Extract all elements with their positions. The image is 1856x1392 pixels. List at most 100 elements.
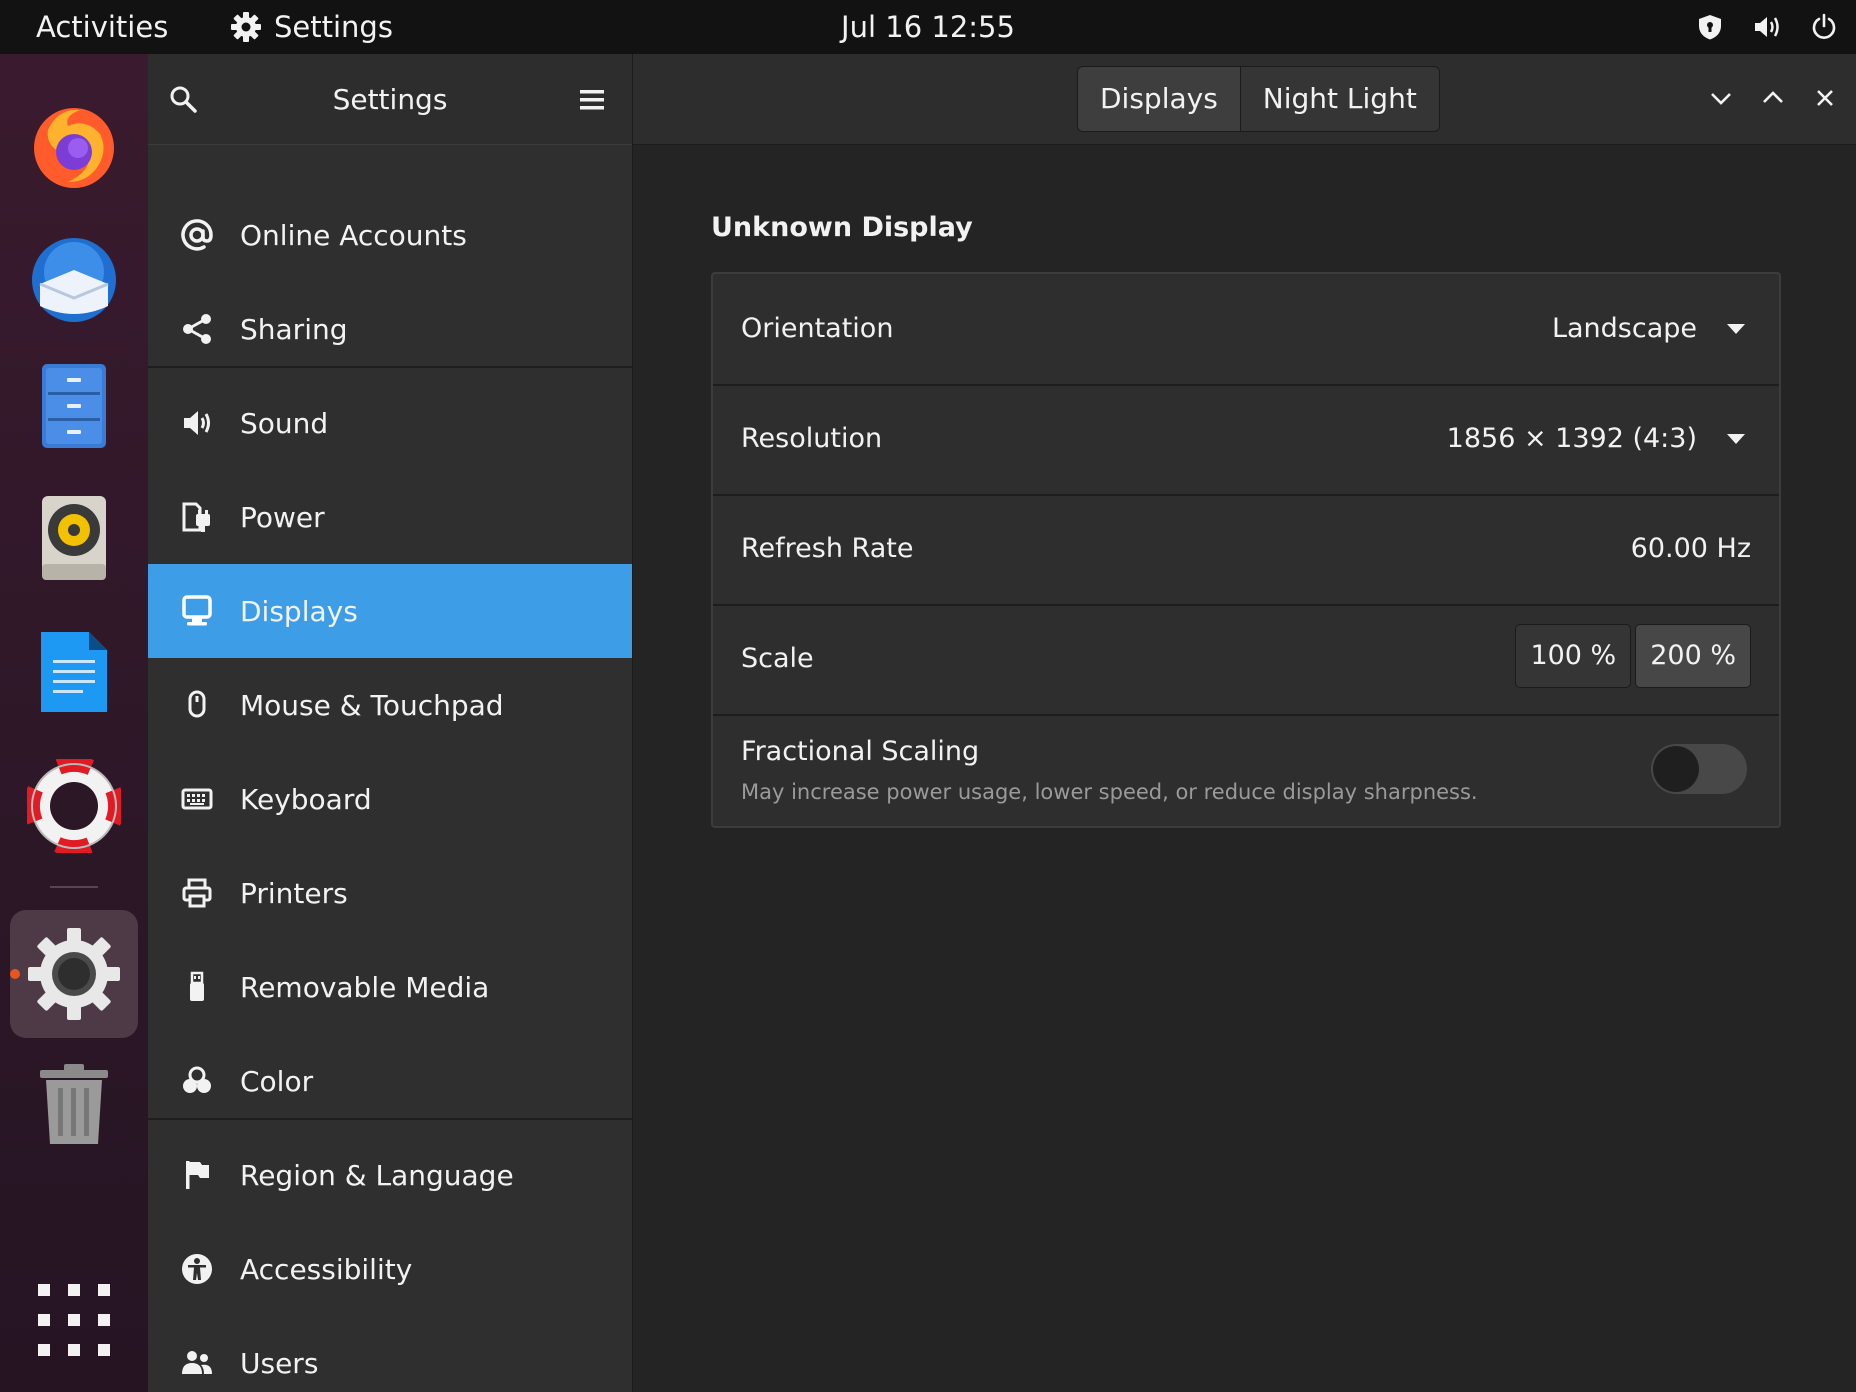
- dropdown-arrow-icon: [1727, 324, 1745, 334]
- files-launcher[interactable]: [24, 356, 124, 456]
- fractional-scaling-row[interactable]: Fractional Scaling May increase power us…: [713, 714, 1779, 826]
- sidebar-item-accessibility[interactable]: Accessibility: [148, 1222, 632, 1316]
- accessibility-icon: [174, 1252, 220, 1286]
- app-menu[interactable]: Settings: [230, 0, 393, 54]
- fractional-scaling-description: May increase power usage, lower speed, o…: [741, 780, 1478, 804]
- sidebar-item-label: Sharing: [240, 312, 348, 346]
- users-icon: [174, 1346, 220, 1380]
- sidebar-item-label: Color: [240, 1064, 314, 1098]
- search-icon: [170, 86, 197, 113]
- help-launcher[interactable]: [24, 756, 124, 856]
- sidebar-item-label: Online Accounts: [240, 218, 467, 252]
- app-grid-button[interactable]: [24, 1270, 124, 1370]
- orientation-dropdown[interactable]: Landscape: [1552, 274, 1751, 384]
- firefox-launcher[interactable]: [24, 96, 124, 196]
- sidebar-item-color[interactable]: Color: [148, 1034, 632, 1128]
- minimize-button[interactable]: [1703, 80, 1739, 116]
- power-icon[interactable]: [1810, 13, 1838, 41]
- thunderbird-launcher[interactable]: [24, 230, 124, 330]
- sidebar-header: Settings: [148, 54, 632, 145]
- sidebar-item-printers[interactable]: Printers: [148, 846, 632, 940]
- refresh-rate-row[interactable]: Refresh Rate 60.00 Hz: [713, 494, 1779, 606]
- displays-panel: Displays Night Light Unknown Display Ori…: [632, 54, 1856, 1392]
- close-icon: [1817, 90, 1833, 106]
- keyboard-icon: [174, 782, 220, 816]
- refresh-rate-label: Refresh Rate: [741, 533, 914, 564]
- printer-icon: [174, 876, 220, 910]
- fractional-scaling-label: Fractional Scaling: [741, 736, 980, 767]
- chevron-up-icon: [1763, 91, 1783, 103]
- sidebar-item-sound[interactable]: Sound: [148, 376, 632, 470]
- files-icon: [42, 364, 106, 448]
- fractional-scaling-switch[interactable]: [1651, 744, 1747, 794]
- sidebar-separator: [148, 366, 632, 368]
- sidebar-item-label: Power: [240, 500, 325, 534]
- orientation-row[interactable]: Orientation Landscape: [713, 274, 1779, 386]
- usb-icon: [174, 970, 220, 1004]
- scale-200-button[interactable]: 200 %: [1635, 624, 1751, 688]
- volume-icon[interactable]: [1752, 13, 1782, 41]
- display-settings-list: Orientation Landscape Resolution 1856 × …: [711, 272, 1781, 828]
- sidebar-item-mouse-touchpad[interactable]: Mouse & Touchpad: [148, 658, 632, 752]
- scale-row: Scale 100 % 200 %: [713, 604, 1779, 716]
- sidebar-item-power[interactable]: Power: [148, 470, 632, 564]
- app-grid-icon: [38, 1284, 110, 1356]
- power-plug-icon: [174, 500, 220, 534]
- sidebar-item-label: Mouse & Touchpad: [240, 688, 504, 722]
- sidebar-item-users[interactable]: Users: [148, 1316, 632, 1392]
- rhythmbox-icon: [42, 496, 106, 580]
- system-tray[interactable]: [1696, 0, 1838, 54]
- sidebar-item-label: Keyboard: [240, 782, 372, 816]
- at-icon: [174, 218, 220, 252]
- clock[interactable]: Jul 16 12:55: [841, 10, 1015, 44]
- main-menu-button[interactable]: [574, 82, 610, 118]
- sidebar-item-label: Sound: [240, 406, 329, 440]
- tab-night-light[interactable]: Night Light: [1240, 67, 1439, 131]
- sidebar-item-online-accounts[interactable]: Online Accounts: [148, 188, 632, 282]
- scale-100-button[interactable]: 100 %: [1515, 624, 1632, 688]
- color-icon: [174, 1064, 220, 1098]
- settings-sidebar: Settings Online Accounts Sharing Sound P…: [148, 54, 632, 1392]
- trash-launcher[interactable]: [24, 1054, 124, 1154]
- trash-icon: [40, 1064, 108, 1144]
- writer-launcher[interactable]: [24, 622, 124, 722]
- resolution-dropdown[interactable]: 1856 × 1392 (4:3): [1447, 384, 1751, 494]
- search-button[interactable]: [166, 82, 202, 118]
- help-icon: [27, 759, 121, 853]
- sidebar-item-label: Accessibility: [240, 1252, 413, 1286]
- app-menu-label: Settings: [274, 10, 393, 44]
- switch-knob: [1653, 746, 1699, 792]
- top-bar: Activities Settings Jul 16 12:55: [0, 0, 1856, 54]
- shield-icon[interactable]: [1696, 13, 1724, 41]
- activities-button[interactable]: Activities: [36, 0, 168, 54]
- sidebar-item-label: Removable Media: [240, 970, 490, 1004]
- sidebar-item-label: Displays: [240, 594, 358, 628]
- resolution-row[interactable]: Resolution 1856 × 1392 (4:3): [713, 384, 1779, 496]
- rhythmbox-launcher[interactable]: [24, 488, 124, 588]
- mouse-icon: [174, 688, 220, 722]
- sidebar-item-label: Region & Language: [240, 1158, 514, 1192]
- view-switcher: Displays Night Light: [1077, 66, 1440, 132]
- close-button[interactable]: [1807, 80, 1843, 116]
- panel-header: Displays Night Light: [633, 54, 1856, 145]
- maximize-button[interactable]: [1755, 80, 1791, 116]
- settings-launcher[interactable]: [24, 924, 124, 1024]
- sidebar-item-keyboard[interactable]: Keyboard: [148, 752, 632, 846]
- flag-icon: [174, 1158, 220, 1192]
- sidebar-item-sharing[interactable]: Sharing: [148, 282, 632, 376]
- resolution-value: 1856 × 1392 (4:3): [1446, 423, 1697, 454]
- display-icon: [174, 594, 220, 628]
- sidebar-item-displays[interactable]: Displays: [148, 564, 632, 658]
- sidebar-item-removable-media[interactable]: Removable Media: [148, 940, 632, 1034]
- dock-separator: [50, 886, 98, 888]
- thunderbird-icon: [32, 238, 116, 322]
- orientation-value: Landscape: [1551, 313, 1697, 344]
- sidebar-item-region-language[interactable]: Region & Language: [148, 1128, 632, 1222]
- sidebar-title: Settings: [332, 83, 448, 116]
- scale-label: Scale: [741, 643, 814, 674]
- tab-displays[interactable]: Displays: [1078, 67, 1241, 131]
- dock: [0, 54, 148, 1392]
- sidebar-item-label: Printers: [240, 876, 348, 910]
- scale-selector: 100 % 200 %: [1515, 624, 1751, 688]
- sidebar-separator: [148, 1118, 632, 1120]
